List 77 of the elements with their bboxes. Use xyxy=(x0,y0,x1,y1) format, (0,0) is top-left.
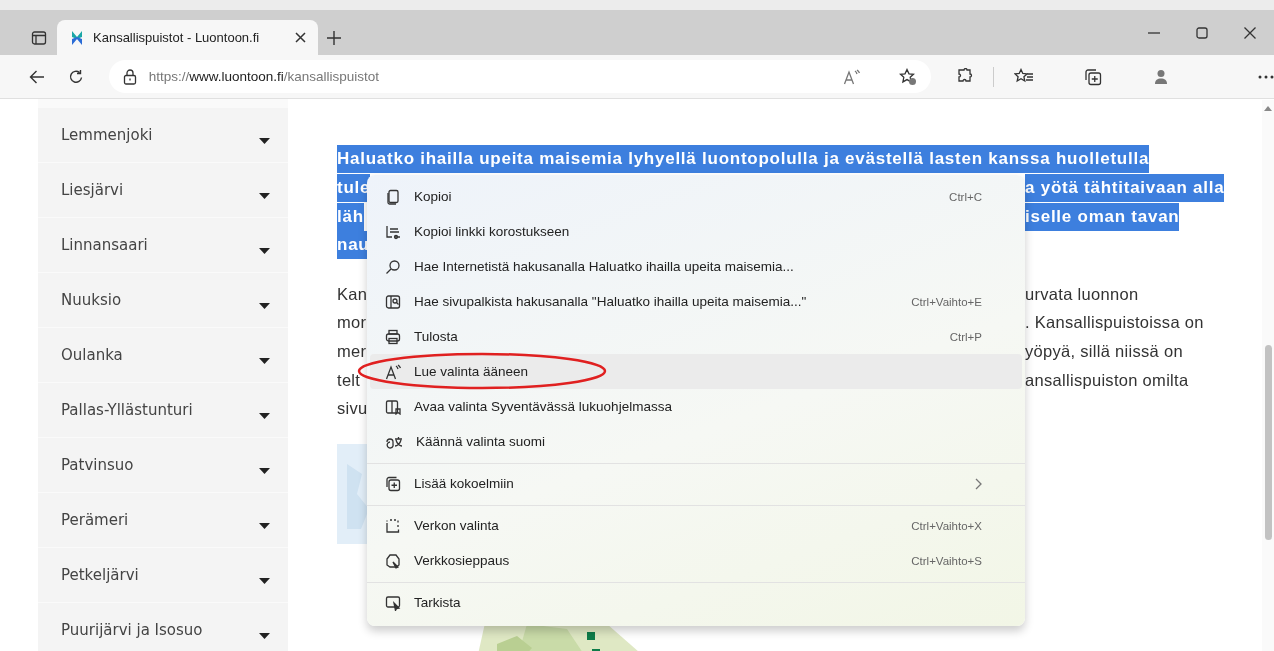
text-fragment: yöpyä, sillä niissä on xyxy=(1025,341,1183,361)
menu-item[interactable]: Tarkista xyxy=(370,585,1022,620)
link-icon xyxy=(385,223,401,240)
text-fragment: a yötä tähtitaivaan alla xyxy=(1025,174,1225,203)
search-icon xyxy=(385,258,401,275)
sidebar-item[interactable]: Oulanka xyxy=(38,328,288,382)
scrollbar[interactable] xyxy=(1262,100,1274,651)
camera-icon xyxy=(385,552,401,569)
new-tab-icon[interactable] xyxy=(326,29,342,46)
profile-icon[interactable] xyxy=(1154,68,1168,85)
text-fragment: tule xyxy=(337,174,371,203)
sidebar-search-icon xyxy=(385,293,401,310)
reader-icon xyxy=(385,398,401,415)
menu-item[interactable]: Käännä valinta suomi xyxy=(370,424,1022,459)
inspect-icon xyxy=(385,594,401,611)
menu-item[interactable]: Hae sivupalkista hakusanalla "Haluatko ihailla upeita maisemia..." Ctrl+Vaihto+E xyxy=(370,284,1022,319)
text-fragment: . Kansallispuistoissa on xyxy=(1025,313,1204,333)
text-fragment: Haluatko ihailla upeita maisemia lyhyellä luontopolulla ja evästellä lasten kanssa huolletulla xyxy=(337,145,1150,174)
sidebar-item[interactable]: Nuuksio xyxy=(38,273,288,327)
close-icon[interactable] xyxy=(295,32,306,43)
sidebar-item[interactable]: Petkeljärvi xyxy=(38,548,288,602)
sidebar-item[interactable]: Linnansaari xyxy=(38,218,288,272)
text-fragment: nau xyxy=(337,231,370,260)
selection-icon xyxy=(385,517,401,534)
close-icon[interactable] xyxy=(1244,26,1256,39)
scroll-up-icon[interactable] xyxy=(1264,106,1272,111)
menu-item[interactable]: Tulosta Ctrl+P xyxy=(370,319,1022,354)
printer-icon xyxy=(385,328,401,345)
caret-icon[interactable] xyxy=(259,413,270,419)
caret-icon[interactable] xyxy=(259,633,270,639)
caret-icon[interactable] xyxy=(259,468,270,474)
collections-icon xyxy=(385,475,401,492)
lock-icon xyxy=(122,68,137,85)
menu-item[interactable]: Kopioi linkki korostukseen xyxy=(370,214,1022,249)
text-fragment: telt xyxy=(337,370,361,390)
maximize-icon[interactable] xyxy=(1196,26,1208,39)
sidebar-item[interactable]: Patvinsuo xyxy=(38,438,288,492)
more-icon[interactable] xyxy=(1258,74,1274,79)
scrollbar-thumb[interactable] xyxy=(1265,345,1272,540)
caret-icon[interactable] xyxy=(259,248,270,254)
menu-item[interactable]: Hae Internetistä hakusanalla Haluatko ihailla upeita maisemia... xyxy=(370,249,1022,284)
menu-item[interactable]: Verkon valinta Ctrl+Vaihto+X xyxy=(370,508,1022,543)
sidebar-item[interactable]: Pallas-Yllästunturi xyxy=(38,383,288,437)
text-fragment: mer xyxy=(337,341,367,361)
back-icon[interactable] xyxy=(28,68,45,85)
text-fragment: läh xyxy=(337,202,364,231)
read-aloud-icon xyxy=(385,363,401,380)
caret-icon[interactable] xyxy=(259,358,270,364)
text-fragment: Kan xyxy=(337,284,368,304)
sidebar-item[interactable]: Lemmenjoki xyxy=(38,108,288,162)
caret-icon[interactable] xyxy=(259,303,270,309)
sidebar-item[interactable]: Liesjärvi xyxy=(38,163,288,217)
collections-icon[interactable] xyxy=(1084,67,1102,86)
menu-item[interactable]: Kopioi Ctrl+C xyxy=(370,179,1022,214)
menu-item[interactable]: Avaa valinta Syventävässä lukuohjelmassa xyxy=(370,389,1022,424)
copy-icon xyxy=(385,188,401,205)
sidebar-toggle-icon[interactable] xyxy=(30,29,47,46)
caret-icon[interactable] xyxy=(259,138,270,144)
sidebar-item[interactable]: Perämeri xyxy=(38,493,288,547)
menu-item[interactable]: Lisää kokoelmiin xyxy=(370,466,1022,501)
caret-icon[interactable] xyxy=(259,523,270,529)
chevron-right-icon xyxy=(975,477,982,490)
read-aloud-icon[interactable] xyxy=(843,68,861,85)
text-fragment: mor xyxy=(337,313,367,333)
sidebar-item[interactable]: Puurijärvi ja Isosuo xyxy=(38,603,288,651)
caret-icon[interactable] xyxy=(259,193,270,199)
text-fragment: sivu xyxy=(337,399,368,419)
text-fragment: ansallispuiston omilta xyxy=(1025,370,1189,390)
refresh-icon[interactable] xyxy=(67,68,84,85)
browser-tab[interactable]: Kansallispuistot - Luontoon.fi xyxy=(57,20,318,55)
site-logo-icon xyxy=(71,29,83,46)
text-fragment: urvata luonnon xyxy=(1025,284,1139,304)
menu-item[interactable]: Verkkosieppaus Ctrl+Vaihto+S xyxy=(370,543,1022,578)
add-favorite-icon[interactable] xyxy=(899,67,917,86)
caret-icon[interactable] xyxy=(259,578,270,584)
text-fragment: iselle oman tavan xyxy=(1025,202,1180,231)
menu-item[interactable]: Lue valinta ääneen xyxy=(370,354,1022,389)
